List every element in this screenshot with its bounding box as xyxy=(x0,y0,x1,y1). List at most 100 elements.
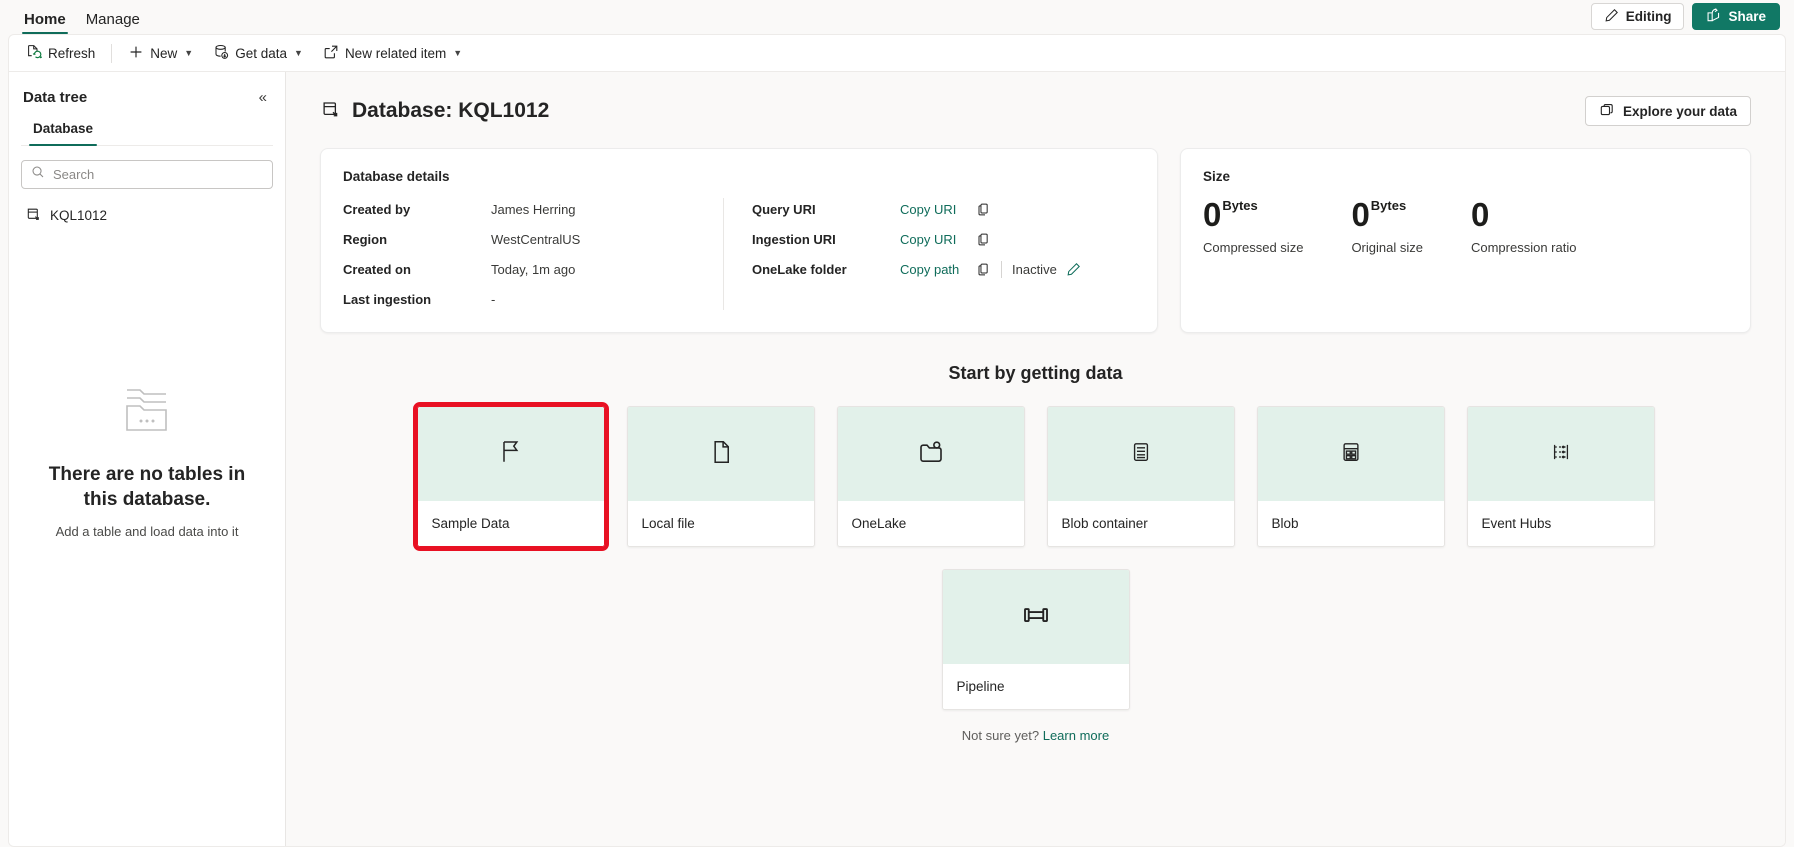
detail-row-region: Region WestCentralUS xyxy=(343,228,723,250)
details-left-column: Created by James Herring Region WestCent… xyxy=(343,198,723,310)
get-data-title: Start by getting data xyxy=(948,363,1123,383)
empty-folder-icon xyxy=(119,389,175,440)
detail-row-ingestion-uri: Ingestion URI Copy URI xyxy=(752,228,1081,250)
tile-onelake[interactable]: OneLake xyxy=(836,406,1025,547)
detail-key: Query URI xyxy=(752,201,816,217)
detail-key: OneLake folder xyxy=(752,261,847,277)
tile-icon-area xyxy=(1047,407,1234,501)
copy-path-link[interactable]: Copy path xyxy=(900,262,972,277)
database-icon xyxy=(320,99,340,124)
plus-icon xyxy=(128,44,144,63)
refresh-icon xyxy=(26,44,43,63)
copy-icon[interactable] xyxy=(976,202,991,217)
detail-value: Today, 1m ago xyxy=(491,261,576,277)
tile-label: Local file xyxy=(627,501,814,546)
tile-label: Event Hubs xyxy=(1467,501,1654,546)
metric-unit: Bytes xyxy=(1222,198,1258,213)
app-shell: Data tree « Database KQL10 xyxy=(8,72,1786,847)
sidebar-tab-database[interactable]: Database xyxy=(23,117,103,146)
editing-label: Editing xyxy=(1625,9,1672,24)
detail-key: Region xyxy=(343,231,388,247)
chevron-down-icon: ▼ xyxy=(453,48,463,58)
command-bar: Refresh New ▼ Get data ▼ New related ite… xyxy=(8,34,1786,72)
ribbon-tab-manage[interactable]: Manage xyxy=(76,12,150,34)
chevron-down-icon: ▼ xyxy=(294,48,303,58)
copy-query-uri-link[interactable]: Copy URI xyxy=(900,202,972,217)
metric-value: 0 xyxy=(1203,196,1222,233)
detail-value: WestCentralUS xyxy=(491,231,581,247)
explore-icon xyxy=(1599,102,1615,121)
detail-key: Ingestion URI xyxy=(752,231,836,247)
detail-row-query-uri: Query URI Copy URI xyxy=(752,198,1081,220)
refresh-button[interactable]: Refresh xyxy=(17,39,104,67)
database-details-grid: Created by James Herring Region WestCent… xyxy=(343,198,1135,310)
size-card-title: Size xyxy=(1203,169,1231,184)
metric-value-wrapper: 0 xyxy=(1471,198,1577,231)
ribbon-actions: Editing Share xyxy=(1590,3,1780,34)
metric-unit: Bytes xyxy=(1370,198,1407,213)
explore-your-data-button[interactable]: Explore your data xyxy=(1584,96,1751,126)
search-icon xyxy=(31,165,45,184)
tile-blob[interactable]: Blob xyxy=(1256,406,1445,547)
tile-pipeline[interactable]: Pipeline xyxy=(941,569,1130,710)
status-divider xyxy=(1001,260,1002,278)
get-data-icon xyxy=(213,44,229,63)
search-field-wrapper[interactable] xyxy=(21,160,273,189)
get-data-button[interactable]: Get data ▼ xyxy=(204,39,312,67)
event-hubs-icon xyxy=(1550,441,1572,468)
editing-button[interactable]: Editing xyxy=(1590,3,1685,30)
metric-label: Original size xyxy=(1351,240,1423,255)
search-input[interactable] xyxy=(53,167,263,182)
sidebar-title: Data tree xyxy=(23,89,88,106)
external-link-icon xyxy=(323,44,339,63)
tile-icon-area xyxy=(1467,407,1654,501)
sidebar-header: Data tree « xyxy=(21,72,273,117)
sidebar-item-label: KQL1012 xyxy=(50,208,108,223)
collapse-sidebar-icon[interactable]: « xyxy=(255,88,271,107)
share-icon xyxy=(1706,7,1721,26)
sidebar-item-kql1012[interactable]: KQL1012 xyxy=(21,197,273,234)
tile-label: Blob xyxy=(1257,501,1444,546)
edit-onelake-status-icon[interactable] xyxy=(1066,262,1081,277)
tile-sample-data[interactable]: Sample Data xyxy=(412,402,609,551)
metric-value: 0 xyxy=(1470,196,1490,233)
database-icon xyxy=(25,206,41,225)
detail-row-created-by: Created by James Herring xyxy=(343,198,723,220)
copy-ingestion-uri-link[interactable]: Copy URI xyxy=(900,232,972,247)
new-button[interactable]: New ▼ xyxy=(119,39,202,67)
learn-more-link[interactable]: Learn more xyxy=(1043,728,1109,743)
command-divider xyxy=(111,43,113,63)
tile-icon-area xyxy=(1257,407,1444,501)
copy-icon[interactable] xyxy=(976,262,991,277)
detail-key: Created on xyxy=(343,261,411,277)
onelake-status-badge: Inactive xyxy=(1012,261,1057,277)
pipeline-icon xyxy=(1021,600,1051,635)
get-data-tiles-row-1: Sample Data Local file OneLake Blob cont… xyxy=(286,402,1785,551)
detail-row-created-on: Created on Today, 1m ago xyxy=(343,258,723,280)
tile-blob-container[interactable]: Blob container xyxy=(1046,406,1235,547)
tile-label: Pipeline xyxy=(942,664,1129,709)
summary-cards-row: Database details Created by James Herrin… xyxy=(286,126,1785,333)
detail-value: James Herring xyxy=(491,201,576,217)
sidebar-empty-state: There are no tables in this database. Ad… xyxy=(21,384,273,539)
detail-key: Last ingestion xyxy=(343,291,432,307)
tile-icon-area xyxy=(627,407,814,501)
size-card: Size 0 Bytes Compressed size 0 Bytes Ori… xyxy=(1180,148,1751,333)
share-button[interactable]: Share xyxy=(1692,3,1780,30)
new-related-item-label: New related item xyxy=(344,45,447,61)
tile-event-hubs[interactable]: Event Hubs xyxy=(1466,406,1655,547)
copy-icon[interactable] xyxy=(976,232,991,247)
detail-key: Created by xyxy=(343,201,411,217)
metric-original-size: 0 Bytes Original size xyxy=(1351,198,1423,255)
detail-row-last-ingestion: Last ingestion - xyxy=(343,288,723,310)
document-icon xyxy=(707,438,735,471)
tile-local-file[interactable]: Local file xyxy=(626,406,815,547)
ribbon-tab-home[interactable]: Home xyxy=(14,12,76,34)
page-title: Database: KQL1012 xyxy=(352,99,550,122)
detail-value: - xyxy=(491,291,496,307)
new-related-item-button[interactable]: New related item ▼ xyxy=(314,39,471,67)
metric-value-wrapper: 0 Bytes xyxy=(1203,198,1303,231)
tile-label: OneLake xyxy=(837,501,1024,546)
get-data-tiles-row-2: Pipeline xyxy=(286,569,1785,710)
data-tree-sidebar: Data tree « Database KQL10 xyxy=(9,72,286,846)
